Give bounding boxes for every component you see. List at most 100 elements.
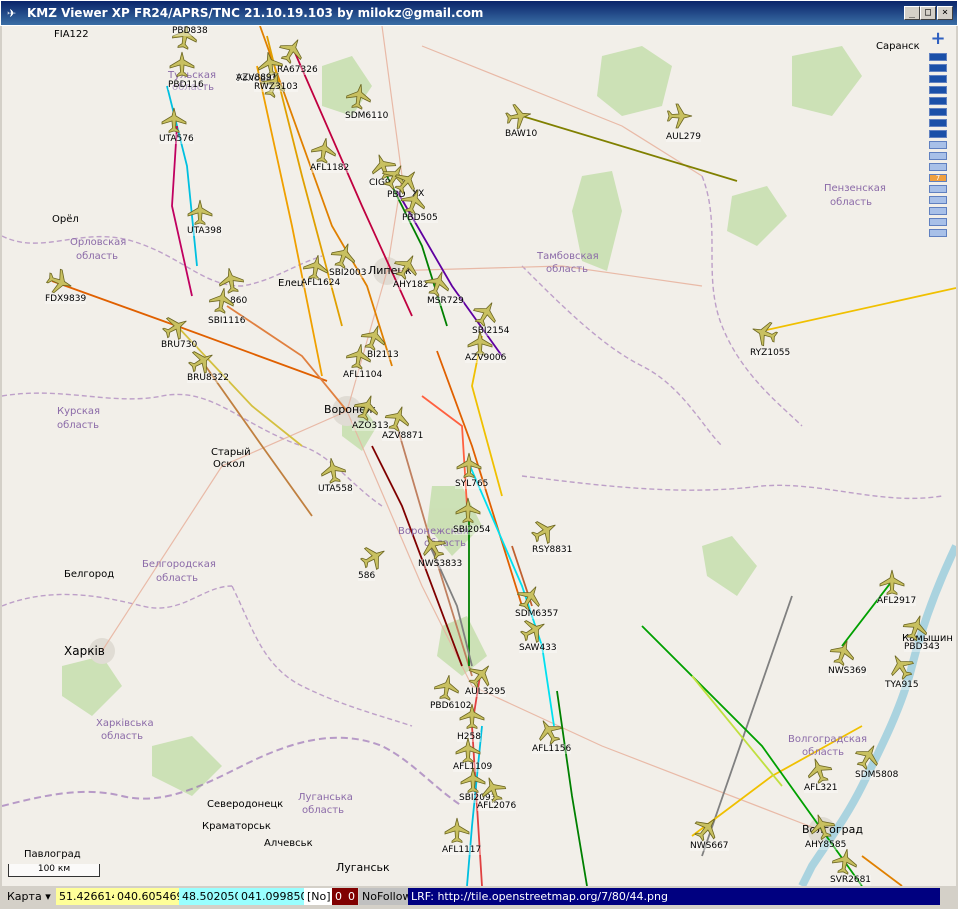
coord1-lon: 040.605469 [114,888,187,905]
zoom-step[interactable] [929,119,947,127]
flight-callsign[interactable]: SVR2681 [830,875,872,885]
map-mode-dropdown[interactable]: Карта ▾ [4,888,56,905]
flight-callsign[interactable]: AZV8871 [382,431,424,441]
flight-callsign[interactable]: AUL3295 [465,687,506,697]
zoom-step[interactable] [929,196,947,204]
close-button[interactable]: × [937,6,953,20]
aircraft-icon[interactable] [317,454,349,486]
aircraft-icon[interactable] [878,568,906,596]
flight-callsign[interactable]: PBD343 [904,642,940,652]
aircraft-icon[interactable] [343,340,375,372]
flight-callsign[interactable]: UTA558 [318,484,353,494]
zoom-step[interactable] [929,97,947,105]
flight-callsign[interactable]: SDM6110 [345,111,389,121]
aircraft-icon[interactable] [454,496,482,524]
flight-callsign[interactable]: MSR729 [427,296,464,306]
aircraft-icon[interactable] [455,451,483,479]
aircraft-icon[interactable] [308,134,340,166]
zoom-step[interactable] [929,163,947,171]
place-label: область [302,805,345,816]
place-label: Луганська [298,792,353,803]
tile-url: LRF: http://tile.openstreetmap.org/7/80/… [408,888,940,905]
aircraft-icon[interactable] [186,198,214,226]
place-label: Алчевськ [264,838,313,849]
aircraft-icon[interactable] [206,284,238,316]
place-label: Краматорськ [202,821,271,832]
zoom-in-button[interactable]: + [927,30,949,48]
aircraft-icon[interactable] [160,106,188,134]
zoom-step[interactable] [929,141,947,149]
flight-callsign[interactable]: AFL1156 [532,744,572,754]
aircraft-icon[interactable] [343,80,375,112]
flight-callsign[interactable]: AFL2917 [877,596,917,606]
flight-callsign[interactable]: NWS667 [690,841,729,851]
flight-callsign[interactable]: AFL1117 [442,845,482,855]
title-bar[interactable]: ✈ KMZ Viewer XP FR24/APRS/TNC 21.10.19.1… [0,0,958,26]
place-label: Луганськ [336,861,390,874]
aircraft-icon[interactable] [458,702,486,730]
flight-callsign[interactable]: AFL1624 [301,278,341,288]
zoom-step[interactable] [929,207,947,215]
flight-callsign[interactable]: 586 [358,571,376,581]
follow-toggle[interactable]: NoFollow [359,888,415,905]
flight-callsign[interactable]: FDX9839 [45,294,87,304]
flight-callsign[interactable]: AFL2076 [477,801,517,811]
flight-callsign[interactable]: AZV9006 [465,353,507,363]
zoom-control[interactable]: + 7 [927,30,949,261]
zoom-step[interactable] [929,229,947,237]
zoom-step[interactable] [929,108,947,116]
aircraft-icon[interactable] [503,100,535,132]
flight-callsign[interactable]: SBI2054 [453,525,491,535]
place-label: область [76,251,119,262]
flight-callsign[interactable]: UTA576 [159,134,194,144]
map-view[interactable]: FIA122 Саранск Пензенская область Орёл Орловс… [2,26,956,886]
aircraft-icon[interactable] [829,845,861,877]
flight-callsign[interactable]: SAW433 [519,643,557,653]
place-label: Северодонецк [207,799,284,810]
aircraft-icon[interactable] [168,50,196,78]
flight-callsign[interactable]: SBI1116 [208,316,246,326]
flight-callsign[interactable]: AFL1104 [343,370,383,380]
flight-callsign[interactable]: AFL1182 [310,163,350,173]
flight-callsign[interactable]: AUL279 [666,132,701,142]
aircraft-icon[interactable] [666,102,694,130]
flight-callsign[interactable]: BAW10 [505,129,538,139]
aircraft-icon[interactable] [454,736,482,764]
flight-callsign[interactable]: NWS369 [828,666,867,676]
scale-label: 100 км [37,864,71,874]
place-label: Старый [211,447,251,458]
place-label: область [101,731,144,742]
coord1-lat: 51.426614 [56,888,122,905]
zoom-step[interactable] [929,185,947,193]
flight-callsign[interactable]: BRU730 [161,340,198,350]
zoom-step[interactable] [929,64,947,72]
flight-callsign[interactable]: AFL321 [804,783,838,793]
aircraft-icon[interactable] [431,671,463,703]
zoom-step[interactable] [929,86,947,94]
flight-callsign[interactable]: PBD838 [172,26,208,36]
flight-callsign[interactable]: UTA398 [187,226,222,236]
flight-callsign[interactable]: RSY8831 [532,545,573,555]
place-label: Елец [278,278,304,289]
minimize-button[interactable]: _ [904,6,920,20]
flight-callsign[interactable]: BRU8322 [187,373,229,383]
zoom-step[interactable] [929,218,947,226]
flight-callsign[interactable]: PBD505 [402,213,438,223]
flight-callsign[interactable]: SBI2003 [329,268,367,278]
zoom-level-indicator[interactable]: 7 [929,174,947,182]
flight-callsign[interactable]: TYA915 [885,680,919,690]
flight-callsign[interactable]: RYZ1055 [750,348,791,358]
no-flag[interactable]: [No] [304,888,334,905]
flight-callsign[interactable]: NWS3833 [418,559,463,569]
flight-callsign[interactable]: RWZ3103 [254,82,298,92]
maximize-button[interactable]: □ [920,6,936,20]
zoom-slider[interactable]: 7 [929,53,947,240]
flight-callsign[interactable]: PBD116 [168,80,204,90]
zoom-step[interactable] [929,130,947,138]
flight-callsign[interactable]: SDM5808 [855,770,899,780]
zoom-step[interactable] [929,152,947,160]
aircraft-icon[interactable] [443,816,471,844]
zoom-step[interactable] [929,53,947,61]
flight-callsign[interactable]: SYL765 [455,479,489,489]
zoom-step[interactable] [929,75,947,83]
